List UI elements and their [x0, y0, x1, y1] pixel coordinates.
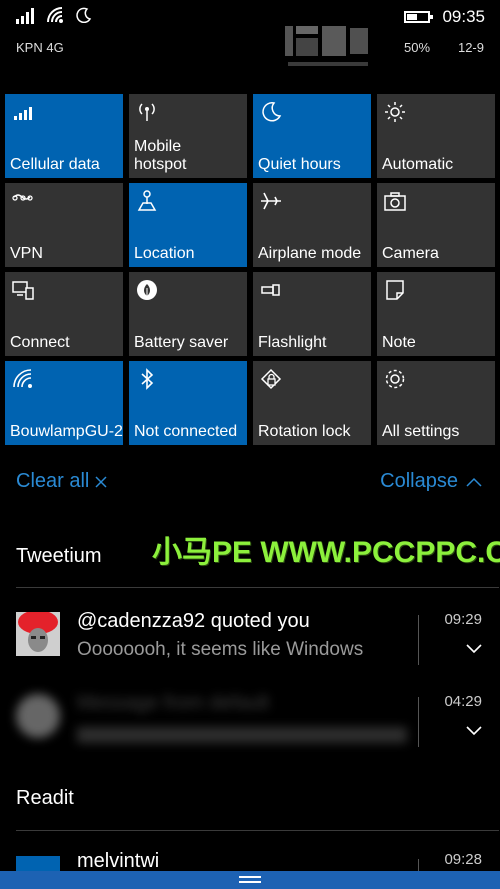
collapse-label: Collapse: [380, 470, 458, 492]
quick-action-mobile-hotspot[interactable]: Mobile hotspot: [129, 94, 247, 178]
divider: [16, 587, 499, 588]
notification-group-title[interactable]: Tweetium: [16, 545, 102, 568]
quick-action-label: Rotation lock: [258, 423, 351, 440]
clear-all-label: Clear all: [16, 470, 90, 492]
quick-action-label: Battery saver: [134, 334, 229, 351]
expand-chevron-icon[interactable]: [466, 725, 482, 737]
quick-action-label: Quiet hours: [258, 156, 341, 173]
notification-group-title[interactable]: Readit: [16, 787, 74, 810]
bluetooth-icon: [135, 367, 159, 391]
quick-action-bouwlampgu-2[interactable]: BouwlampGU-2: [5, 361, 123, 445]
battery-saver-icon: [135, 278, 159, 302]
quick-action-label: All settings: [382, 423, 460, 440]
quick-action-airplane-mode[interactable]: Airplane mode: [253, 183, 371, 267]
quick-action-automatic[interactable]: Automatic: [377, 94, 495, 178]
status-bar: KPN 4G 09:35 50% 12-9: [0, 0, 500, 70]
quick-action-location[interactable]: Location: [129, 183, 247, 267]
notification-body: Oooooooh, it seems like Windows: [77, 639, 364, 660]
quick-action-quiet-hours[interactable]: Quiet hours: [253, 94, 371, 178]
note-icon: [383, 278, 407, 302]
expand-chevron-icon[interactable]: [466, 643, 482, 655]
status-icons: [16, 6, 92, 24]
flashlight-icon: [259, 278, 283, 302]
wifi-status-icon: [47, 7, 63, 23]
battery-percent: 50%: [404, 40, 431, 55]
watermark-logo: [285, 26, 368, 66]
notification-title: @cadenzza92 quoted you: [77, 610, 310, 632]
carrier-label: KPN 4G: [16, 40, 64, 55]
quick-action-note[interactable]: Note: [377, 272, 495, 356]
notification-title: melvintwi: [77, 850, 160, 872]
quick-action-label: Airplane mode: [258, 245, 362, 262]
gear-icon: [383, 367, 407, 391]
notification-time: 04:29: [444, 693, 482, 710]
quick-action-label: Location: [134, 245, 195, 262]
quick-action-vpn[interactable]: VPN: [5, 183, 123, 267]
avatar: [16, 612, 60, 656]
collapse-handle[interactable]: [0, 871, 500, 889]
separator: [418, 615, 419, 665]
battery-icon: [404, 11, 434, 23]
quick-action-not-connected[interactable]: Not connected: [129, 361, 247, 445]
notification-time: 09:29: [444, 611, 482, 628]
quick-action-camera[interactable]: Camera: [377, 183, 495, 267]
quick-action-cellular-data[interactable]: Cellular data: [5, 94, 123, 178]
location-icon: [135, 189, 159, 213]
quick-action-label: Flashlight: [258, 334, 327, 351]
close-icon: [95, 475, 107, 488]
watermark: 小马PE WWW.PCCPPC.COM: [152, 536, 500, 569]
status-right: 09:35: [404, 7, 485, 27]
moon-icon: [259, 100, 283, 124]
quick-action-connect[interactable]: Connect: [5, 272, 123, 356]
vpn-icon: [11, 189, 35, 213]
quick-action-battery-saver[interactable]: Battery saver: [129, 272, 247, 356]
divider: [16, 830, 499, 831]
connect-icon: [11, 278, 35, 302]
quick-action-label: Camera: [382, 245, 439, 262]
quick-action-all-settings[interactable]: All settings: [377, 361, 495, 445]
hotspot-icon: [135, 100, 159, 124]
collapse-button[interactable]: Collapse: [380, 470, 482, 493]
notification-title: Message from default: [77, 692, 270, 714]
clock: 09:35: [442, 7, 485, 26]
quiet-hours-status-icon: [76, 7, 92, 23]
quick-action-grid: Cellular data Mobile hotspot Quiet hours Au…: [5, 94, 495, 445]
quick-action-label: Mobile hotspot: [134, 138, 187, 173]
quick-action-label: Automatic: [382, 156, 454, 173]
airplane-icon: [259, 189, 283, 213]
quick-action-label: BouwlampGU-2: [10, 423, 123, 440]
notification-body: [77, 727, 407, 743]
quick-action-label: VPN: [10, 245, 43, 262]
signal-icon: [11, 100, 35, 124]
quick-action-label: Not connected: [134, 423, 238, 440]
brightness-icon: [383, 100, 407, 124]
quick-action-label: Note: [382, 334, 416, 351]
wifi-icon: [11, 367, 35, 391]
avatar: [16, 694, 60, 738]
action-row: Clear all Collapse: [0, 470, 500, 500]
camera-icon: [383, 189, 407, 213]
clear-all-button[interactable]: Clear all: [16, 470, 107, 493]
quick-action-label: Connect: [10, 334, 70, 351]
separator: [418, 697, 419, 747]
quick-action-flashlight[interactable]: Flashlight: [253, 272, 371, 356]
action-center: KPN 4G 09:35 50% 12-9 Cellular data Mobil…: [0, 0, 500, 889]
notification-item[interactable]: @cadenzza92 quoted you Oooooooh, it seem…: [16, 600, 496, 670]
quick-action-label: Cellular data: [10, 156, 100, 173]
handle-icon: [239, 876, 261, 884]
quick-action-rotation-lock[interactable]: Rotation lock: [253, 361, 371, 445]
signal-strength-icon: [16, 8, 34, 24]
notification-item[interactable]: Message from default 04:29: [16, 682, 496, 752]
rotation-lock-icon: [259, 367, 283, 391]
date-label: 12-9: [457, 40, 484, 55]
notification-time: 09:28: [444, 851, 482, 868]
chevron-up-icon: [466, 477, 482, 487]
